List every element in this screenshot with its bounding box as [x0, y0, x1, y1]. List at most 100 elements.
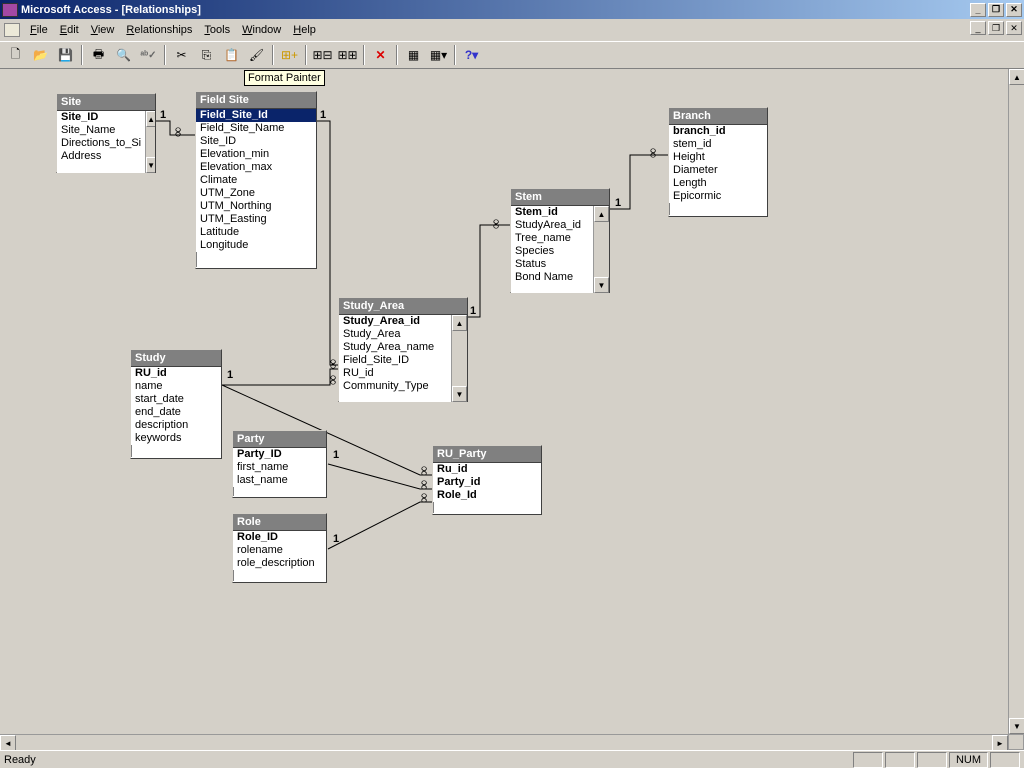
mdi-icon[interactable] — [4, 23, 20, 37]
show-all-button[interactable]: ⊞⊞ — [336, 44, 359, 66]
field[interactable]: Ru_id — [433, 463, 541, 476]
field[interactable]: keywords — [131, 432, 221, 445]
field[interactable]: Climate — [196, 174, 316, 187]
table-site[interactable]: Site Site_ID Site_Name Directions_to_Si … — [56, 93, 156, 173]
table-field-site[interactable]: Field Site Field_Site_Id Field_Site_Name… — [195, 91, 317, 269]
scroll-right[interactable]: ► — [992, 735, 1008, 750]
table-role[interactable]: Role Role_ID rolename role_description — [232, 513, 327, 583]
show-direct-button[interactable]: ⊞⊟ — [311, 44, 334, 66]
table-header[interactable]: Site — [57, 94, 155, 111]
field[interactable]: Longitude — [196, 239, 316, 252]
field[interactable]: Site_ID — [196, 135, 316, 148]
field[interactable]: Party_id — [433, 476, 541, 489]
menu-relationships[interactable]: Relationships — [120, 22, 198, 38]
field[interactable]: Role_Id — [433, 489, 541, 502]
help-button[interactable]: ?▾ — [460, 44, 483, 66]
table-header[interactable]: Field Site — [196, 92, 316, 109]
menu-file[interactable]: File — [24, 22, 54, 38]
table-ru-party[interactable]: RU_Party Ru_id Party_id Role_Id — [432, 445, 542, 515]
scroll-up[interactable]: ▲ — [1009, 69, 1024, 85]
field[interactable]: Length — [669, 177, 767, 190]
field[interactable]: UTM_Zone — [196, 187, 316, 200]
field-list[interactable]: Ru_id Party_id Role_Id — [433, 463, 541, 502]
field[interactable]: StudyArea_id — [511, 219, 593, 232]
field-list[interactable]: Role_ID rolename role_description — [233, 531, 326, 570]
field[interactable]: Diameter — [669, 164, 767, 177]
field-list[interactable]: branch_id stem_id Height Diameter Length… — [669, 125, 767, 203]
field[interactable]: Community_Type — [339, 380, 451, 393]
field[interactable]: Species — [511, 245, 593, 258]
spelling-button[interactable]: ᵃᵇ✓ — [137, 44, 160, 66]
field[interactable]: branch_id — [669, 125, 767, 138]
menu-window[interactable]: Window — [236, 22, 287, 38]
db-window-button[interactable]: ▦ — [402, 44, 425, 66]
field[interactable]: Study_Area_id — [339, 315, 451, 328]
field[interactable]: RU_id — [131, 367, 221, 380]
scroll-left[interactable]: ◄ — [0, 735, 16, 750]
field[interactable]: Elevation_max — [196, 161, 316, 174]
field[interactable]: Role_ID — [233, 531, 326, 544]
field[interactable]: Study_Area_name — [339, 341, 451, 354]
field[interactable]: Latitude — [196, 226, 316, 239]
menu-view[interactable]: View — [85, 22, 121, 38]
close-button[interactable]: ✕ — [1006, 3, 1022, 17]
mdi-restore[interactable]: ❐ — [988, 21, 1004, 35]
field[interactable]: UTM_Northing — [196, 200, 316, 213]
open-button[interactable]: 📂 — [29, 44, 52, 66]
menu-tools[interactable]: Tools — [198, 22, 236, 38]
scroll-down[interactable]: ▼ — [1009, 718, 1024, 734]
table-header[interactable]: Study_Area — [339, 298, 467, 315]
horizontal-scrollbar[interactable]: ◄ ► — [0, 734, 1008, 750]
scrollbar[interactable]: ▲▼ — [593, 206, 609, 293]
table-study[interactable]: Study RU_id name start_date end_date des… — [130, 349, 222, 459]
field[interactable]: name — [131, 380, 221, 393]
field[interactable]: Elevation_min — [196, 148, 316, 161]
new-button[interactable]: 🗋 — [4, 44, 27, 66]
copy-button[interactable]: ⎘ — [195, 44, 218, 66]
field[interactable]: Site_Name — [57, 124, 145, 137]
field-list[interactable]: Study_Area_id Study_Area Study_Area_name… — [339, 315, 451, 402]
field[interactable]: last_name — [233, 474, 326, 487]
table-party[interactable]: Party Party_ID first_name last_name — [232, 430, 327, 498]
table-header[interactable]: Branch — [669, 108, 767, 125]
field[interactable]: RU_id — [339, 367, 451, 380]
minimize-button[interactable]: _ — [970, 3, 986, 17]
field[interactable]: rolename — [233, 544, 326, 557]
field[interactable]: Bond Name — [511, 271, 593, 284]
field[interactable]: Height — [669, 151, 767, 164]
preview-button[interactable]: 🔍 — [112, 44, 135, 66]
relationships-canvas[interactable]: 1 ∞ 1 ∞ 1 ∞ 1 ∞ 1 ∞ ∞ 1 ∞ 1 ∞ Site Site_… — [0, 69, 1024, 750]
field-list[interactable]: Party_ID first_name last_name — [233, 448, 326, 487]
field[interactable]: role_description — [233, 557, 326, 570]
field[interactable]: Party_ID — [233, 448, 326, 461]
table-stem[interactable]: Stem Stem_id StudyArea_id Tree_name Spec… — [510, 188, 610, 293]
field[interactable]: start_date — [131, 393, 221, 406]
vertical-scrollbar[interactable]: ▲ ▼ — [1008, 69, 1024, 734]
cut-button[interactable]: ✂ — [170, 44, 193, 66]
field-list[interactable]: Field_Site_Id Field_Site_Name Site_ID El… — [196, 109, 316, 252]
paste-button[interactable]: 📋 — [220, 44, 243, 66]
field-list[interactable]: RU_id name start_date end_date descripti… — [131, 367, 221, 445]
table-study-area[interactable]: Study_Area Study_Area_id Study_Area Stud… — [338, 297, 468, 402]
table-branch[interactable]: Branch branch_id stem_id Height Diameter… — [668, 107, 768, 217]
field[interactable]: Field_Site_Name — [196, 122, 316, 135]
menu-edit[interactable]: Edit — [54, 22, 85, 38]
scrollbar[interactable]: ▲▼ — [145, 111, 155, 173]
field-list[interactable]: Site_ID Site_Name Directions_to_Si Addre… — [57, 111, 145, 173]
field[interactable]: Field_Site_ID — [339, 354, 451, 367]
mdi-close[interactable]: ✕ — [1006, 21, 1022, 35]
field[interactable]: Site_ID — [57, 111, 145, 124]
field[interactable]: end_date — [131, 406, 221, 419]
scrollbar[interactable]: ▲▼ — [451, 315, 467, 402]
field[interactable]: Study_Area — [339, 328, 451, 341]
show-table-button[interactable]: ⊞+ — [278, 44, 301, 66]
field[interactable]: Tree_name — [511, 232, 593, 245]
table-header[interactable]: RU_Party — [433, 446, 541, 463]
format-painter-button[interactable]: 🖌 — [245, 44, 268, 66]
maximize-button[interactable]: ❐ — [988, 3, 1004, 17]
table-header[interactable]: Stem — [511, 189, 609, 206]
field[interactable]: first_name — [233, 461, 326, 474]
print-button[interactable]: 🖶 — [87, 44, 110, 66]
field[interactable]: UTM_Easting — [196, 213, 316, 226]
table-header[interactable]: Study — [131, 350, 221, 367]
